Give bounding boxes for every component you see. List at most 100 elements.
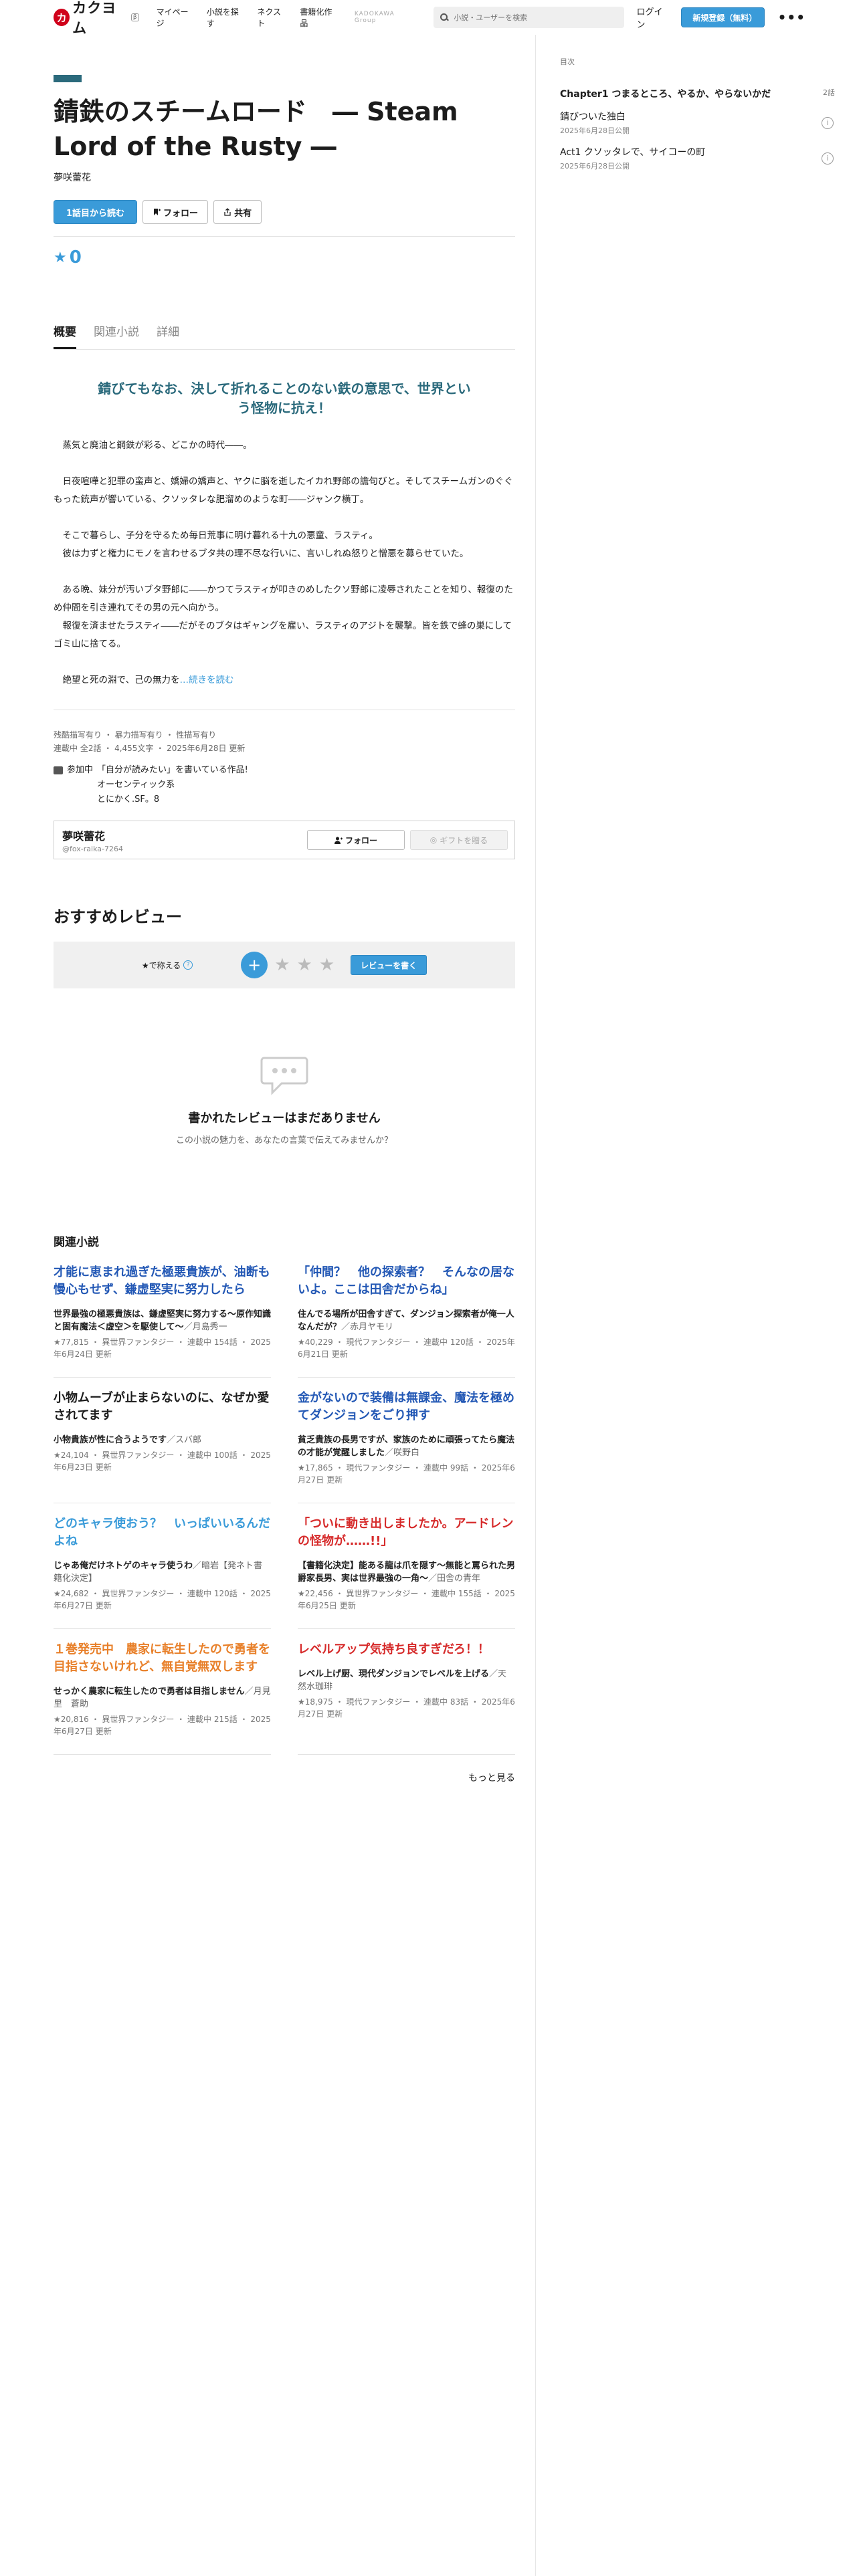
- intro-paragraph: ある晩、妹分が汚いブタ野郎に――かつてラスティが叩きのめしたクソ野郎に凌辱された…: [54, 584, 513, 649]
- related-item-title[interactable]: １巻発売中 農家に転生したので勇者を目指さないけれど、無自覚無双します: [54, 1641, 271, 1676]
- episode-title: 錆びついた独白: [560, 112, 626, 122]
- related-item[interactable]: 金がないので装備は無課金、魔法を極めてダンジョンをごり押す貧乏貴族の長男ですが、…: [298, 1390, 515, 1503]
- tab-details[interactable]: 詳細: [157, 322, 179, 349]
- plus-star-button[interactable]: +: [241, 952, 268, 978]
- related-item-meta: ★40,229 ・ 現代ファンタジー ・ 連載中 120話 ・ 2025年6月2…: [298, 1337, 515, 1359]
- nav-search-novels[interactable]: 小説を探す: [207, 6, 244, 29]
- signup-button[interactable]: 新規登録（無料）: [681, 7, 765, 27]
- related-item-catch: せっかく農家に転生したので勇者は目指しません／月見里 蒼助: [54, 1685, 271, 1711]
- episode-item[interactable]: 錆びついた独白 2025年6月28日公開 i: [560, 110, 835, 136]
- reviews-title: おすすめレビュー: [54, 907, 182, 926]
- tab-overview[interactable]: 概要: [54, 322, 76, 349]
- related-item-catch: 小物貴族が性に合うようです／スバ郎: [54, 1434, 271, 1446]
- related-item-catch: 住んでる場所が田舎すぎて、ダンジョン探索者が俺一人なんだが？／赤月ヤモリ: [298, 1308, 515, 1333]
- star-icon[interactable]: ★: [297, 955, 312, 975]
- related-item-title[interactable]: 金がないので装備は無課金、魔法を極めてダンジョンをごり押す: [298, 1390, 515, 1424]
- work-author[interactable]: 夢咲蕾花: [54, 171, 515, 184]
- introduction: 蒸気と廃油と鋼鉄が彩る、どこかの時代――。 日夜喧嘩と犯罪の蛮声と、嬌婦の嬌声と…: [54, 437, 515, 689]
- gift-label: ギフトを贈る: [440, 835, 488, 845]
- contest-tag[interactable]: オーセンティック系: [97, 778, 248, 792]
- contest-name[interactable]: 「自分が読みたい」を書いている作品!: [97, 763, 248, 778]
- nav-next[interactable]: ネクスト: [257, 6, 286, 29]
- main-content: 錆鉄のスチームロード ― Steam Lord of the Rusty ― 夢…: [54, 35, 515, 1784]
- related-item[interactable]: 「仲間？ 他の探索者？ そんなの居ないよ。ここは田舎だからね」住んでる場所が田舎…: [298, 1264, 515, 1378]
- group-label[interactable]: KADOKAWA Group: [355, 11, 415, 24]
- login-link[interactable]: ログイン: [636, 5, 669, 30]
- empty-reviews-subtitle: この小説の魅力を、あなたの言葉で伝えてみませんか？: [176, 1136, 393, 1146]
- nav-published[interactable]: 書籍化作品: [300, 6, 337, 29]
- gift-button[interactable]: ◎ ギフトを贈る: [410, 830, 508, 850]
- speech-bubble-icon: [260, 1057, 308, 1095]
- help-icon[interactable]: ?: [183, 960, 193, 970]
- author-card-id: @fox-raika-7264: [62, 844, 123, 853]
- review-input-box: ★で称える ? + ★ ★ ★ レビューを書く: [54, 942, 515, 988]
- related-item-author[interactable]: ／月島秀一: [184, 1322, 227, 1332]
- read-first-button[interactable]: 1話目から読む: [54, 200, 138, 224]
- related-item[interactable]: 「ついに動き出しましたか。アードレンの怪物が……!!」 【書籍化決定】能ある龍は爪…: [298, 1515, 515, 1629]
- share-icon: [224, 208, 231, 216]
- related-item-subtitle: 世界最強の極悪貴族は、鎌虚堅実に努力する〜原作知識と固有魔法＜虚空＞を駆使して〜: [54, 1309, 272, 1332]
- related-item-title[interactable]: 小物ムーブが止まらないのに、なぜか愛されてます: [54, 1390, 271, 1424]
- related-item-title[interactable]: 「ついに動き出しましたか。アードレンの怪物が……!!」: [298, 1515, 515, 1550]
- intro-paragraph: 日夜喧嘩と犯罪の蛮声と、嬌婦の嬌声と、ヤクに脳を逝したイカれ野郎の譫句びと。そし…: [54, 476, 513, 505]
- search-input[interactable]: [454, 13, 615, 22]
- related-item-title[interactable]: どのキャラ使おう？ いっぱいいるんだよね: [54, 1515, 271, 1550]
- more-menu-icon[interactable]: •••: [778, 9, 805, 25]
- user-plus-icon: [334, 837, 343, 844]
- gift-icon: ◎: [430, 835, 438, 845]
- search-box[interactable]: [434, 7, 625, 28]
- rating-count: 0: [69, 247, 82, 267]
- related-item-meta: ★77,815 ・ 異世界ファンタジー ・ 連載中 154話 ・ 2025年6月…: [54, 1337, 271, 1359]
- star-icon[interactable]: ★: [319, 955, 335, 975]
- share-button[interactable]: 共有: [213, 200, 262, 224]
- intro-tail: 絶望と死の淵で、己の無力を: [54, 675, 180, 685]
- nav-mypage[interactable]: マイページ: [157, 6, 193, 29]
- intro-paragraph-last: 絶望と死の淵で、己の無力を…続きを読む: [54, 671, 515, 689]
- review-star-label: ★で称える ?: [142, 960, 193, 971]
- author-card-name[interactable]: 夢咲蕾花: [62, 827, 123, 843]
- related-item[interactable]: 才能に恵まれ過ぎた極悪貴族が、油断も慢心もせず、鎌虚堅実に努力したら世界最強の極…: [54, 1264, 271, 1378]
- author-card-buttons: フォロー ◎ ギフトを贈る: [307, 830, 508, 850]
- episode-date: 2025年6月28日公開: [560, 126, 630, 135]
- share-label: 共有: [234, 208, 252, 219]
- info-icon[interactable]: i: [822, 116, 834, 129]
- related-item-title[interactable]: 「仲間？ 他の探索者？ そんなの居ないよ。ここは田舎だからね」: [298, 1264, 515, 1299]
- episode-date: 2025年6月28日公開: [560, 162, 630, 171]
- toc-title: 目次: [560, 58, 575, 66]
- related-item-title[interactable]: 才能に恵まれ過ぎた極悪貴族が、油断も慢心もせず、鎌虚堅実に努力したら: [54, 1264, 271, 1299]
- site-logo[interactable]: カ カクヨム β: [54, 0, 139, 37]
- follow-button[interactable]: フォロー: [142, 200, 209, 224]
- star-icon[interactable]: ★: [274, 955, 290, 975]
- related-item-catch: 世界最強の極悪貴族は、鎌虚堅実に努力する〜原作知識と固有魔法＜虚空＞を駆使して〜…: [54, 1308, 271, 1333]
- read-more-link[interactable]: …続きを読む: [179, 675, 233, 685]
- intro-paragraph: 蒸気と廃油と鋼鉄が彩る、どこかの時代――。: [54, 440, 252, 451]
- chapter-row[interactable]: Chapter1 つまるところ、やるか、やらないかだ 2話: [560, 87, 835, 100]
- tab-related[interactable]: 関連小説: [94, 322, 139, 349]
- write-review-button[interactable]: レビューを書く: [351, 955, 427, 975]
- info-icon[interactable]: i: [822, 152, 834, 165]
- related-item-subtitle: せっかく農家に転生したので勇者は目指しません: [54, 1687, 245, 1697]
- related-item-author[interactable]: ／咲野白: [385, 1448, 419, 1458]
- work-title: 錆鉄のスチームロード ― Steam Lord of the Rusty ―: [54, 97, 458, 161]
- related-item[interactable]: １巻発売中 農家に転生したので勇者を目指さないけれど、無自覚無双しますせっかく農…: [54, 1641, 271, 1755]
- contest-tag[interactable]: とにかく.SF。8: [97, 792, 248, 807]
- related-item[interactable]: どのキャラ使おう？ いっぱいいるんだよね じゃあ俺だけネトゲのキャラ使うわ／暗岩【…: [54, 1515, 271, 1629]
- related-item-author[interactable]: ／田舎の青年: [428, 1574, 480, 1584]
- trophy-icon: [54, 766, 63, 774]
- chapter-count: 2話: [823, 88, 835, 97]
- related-item-title[interactable]: レベルアップ気持ち良すぎだろ！！: [298, 1641, 515, 1658]
- more-link[interactable]: もっと見る: [54, 1771, 515, 1784]
- logo-mark: カ: [54, 9, 70, 26]
- related-item[interactable]: 小物ムーブが止まらないのに、なぜか愛されてます小物貴族が性に合うようです／スバ郎…: [54, 1390, 271, 1503]
- related-item[interactable]: レベルアップ気持ち良すぎだろ！！ レベル上げ厨、現代ダンジョンでレベルを上げる／天…: [298, 1641, 515, 1755]
- author-follow-button[interactable]: フォロー: [307, 830, 405, 850]
- empty-reviews: 書かれたレビューはまだありません この小説の魅力を、あなたの言葉で伝えてみません…: [54, 1055, 515, 1146]
- related-item-meta: ★22,456 ・ 異世界ファンタジー ・ 連載中 155話 ・ 2025年6月…: [298, 1589, 515, 1610]
- episode-item[interactable]: Act1 クソッタレで、サイコーの町 2025年6月28日公開 i: [560, 145, 835, 171]
- related-item-author[interactable]: ／スバ郎: [167, 1435, 201, 1445]
- related-item-catch: 貧乏貴族の長男ですが、家族のために頑張ってたら魔法の才能が覚醒しました／咲野白: [298, 1434, 515, 1459]
- work-meta: 連載中 全2話 ・ 4,455文字 ・ 2025年6月28日 更新: [54, 744, 246, 753]
- divider: [54, 236, 515, 237]
- site-header: カ カクヨム β マイページ 小説を探す ネクスト 書籍化作品 KADOKAWA…: [0, 0, 859, 37]
- related-item-author[interactable]: ／赤月ヤモリ: [341, 1322, 393, 1332]
